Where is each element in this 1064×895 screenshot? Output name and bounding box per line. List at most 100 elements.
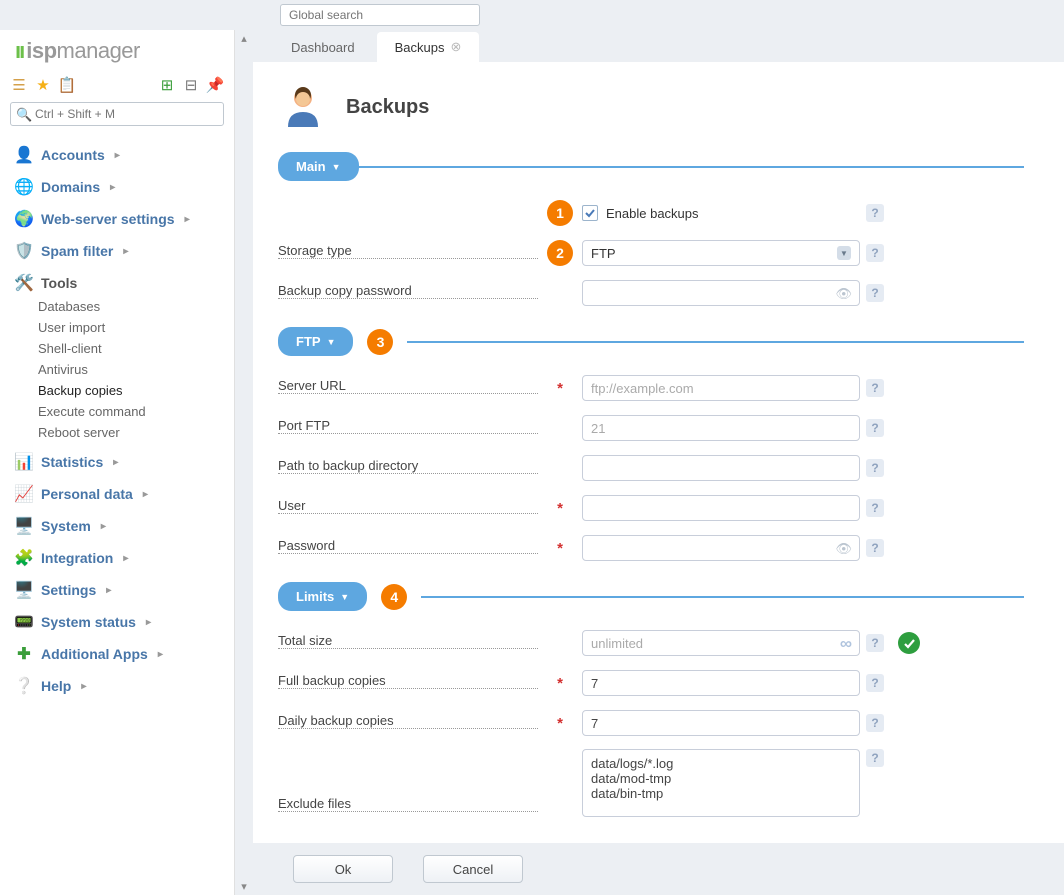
- storage-type-select[interactable]: FTP ▼: [582, 240, 860, 266]
- eye-icon[interactable]: 👁: [835, 541, 852, 557]
- help-icon[interactable]: ?: [866, 714, 884, 732]
- globe-icon: 🌐: [15, 178, 33, 196]
- full-backup-input[interactable]: [582, 670, 860, 696]
- help-icon[interactable]: ?: [866, 204, 884, 222]
- pin-icon[interactable]: 📌: [206, 76, 224, 94]
- user-input[interactable]: [582, 495, 860, 521]
- tab-close-icon[interactable]: ⊗: [450, 39, 461, 55]
- help-icon[interactable]: ?: [866, 284, 884, 302]
- section-ftp-toggle[interactable]: FTP ▼: [278, 327, 353, 356]
- tab-backups-label: Backups: [395, 40, 445, 55]
- nav-integration[interactable]: 🧩 Integration ▸: [0, 539, 234, 571]
- sub-antivirus[interactable]: Antivirus: [38, 359, 234, 380]
- list-icon[interactable]: ☰: [10, 76, 28, 94]
- section-main-label: Main: [296, 159, 326, 174]
- nav-webserver[interactable]: 🌍 Web-server settings ▸: [0, 200, 234, 232]
- password-input[interactable]: [582, 535, 860, 561]
- chevron-right-icon: ▸: [113, 457, 118, 468]
- row-path-backup: Path to backup directory ?: [278, 454, 1024, 482]
- badge-3: 3: [367, 329, 393, 355]
- search-icon: 🔍: [16, 107, 32, 123]
- password-label: Password: [278, 538, 538, 554]
- logo-prefix: isp: [26, 38, 56, 63]
- tab-dashboard[interactable]: Dashboard: [273, 33, 373, 62]
- sub-user-import[interactable]: User import: [38, 317, 234, 338]
- nav-tools[interactable]: 🛠️ Tools: [0, 264, 234, 296]
- gear-globe-icon: 🌍: [15, 210, 33, 228]
- nav-system-status[interactable]: 📟 System status ▸: [0, 603, 234, 635]
- shield-icon: 🛡️: [15, 242, 33, 260]
- sidebar-scrollbar[interactable]: ▴ ▾: [235, 30, 253, 895]
- global-search-input[interactable]: [280, 4, 480, 26]
- ok-button[interactable]: Ok: [293, 855, 393, 883]
- app-container: ııispmanager ☰ ★ 📋 ⊞ ⊟ 📌 🔍 👤 Accounts: [0, 30, 1064, 895]
- exclude-files-textarea[interactable]: [582, 749, 860, 817]
- sub-databases[interactable]: Databases: [38, 296, 234, 317]
- help-icon[interactable]: ?: [866, 459, 884, 477]
- help-icon[interactable]: ?: [866, 379, 884, 397]
- total-size-input[interactable]: [582, 630, 860, 656]
- sub-reboot-server[interactable]: Reboot server: [38, 422, 234, 443]
- infinity-icon[interactable]: ∞: [840, 634, 852, 654]
- backup-password-input[interactable]: [582, 280, 860, 306]
- content: Backups Main ▼ 1 Enable ba: [253, 62, 1064, 843]
- help-icon[interactable]: ?: [866, 749, 884, 767]
- help-icon[interactable]: ?: [866, 539, 884, 557]
- nav-statistics[interactable]: 📊 Statistics ▸: [0, 443, 234, 475]
- sidebar-search-input[interactable]: [10, 102, 224, 126]
- scroll-up-icon[interactable]: ▴: [235, 30, 253, 47]
- star-icon[interactable]: ★: [34, 76, 52, 94]
- puzzle-icon: 🧩: [15, 549, 33, 567]
- chevron-right-icon: ▸: [115, 150, 120, 161]
- sub-execute-command[interactable]: Execute command: [38, 401, 234, 422]
- nav-domains[interactable]: 🌐 Domains ▸: [0, 168, 234, 200]
- cancel-button[interactable]: Cancel: [423, 855, 523, 883]
- clipboard-icon[interactable]: 📋: [58, 76, 76, 94]
- path-backup-input[interactable]: [582, 455, 860, 481]
- page-header: Backups: [278, 82, 1024, 132]
- nav-help[interactable]: ❔ Help ▸: [0, 667, 234, 699]
- logo-bars-icon: ıı: [15, 38, 23, 63]
- collapse-icon[interactable]: ⊟: [182, 76, 200, 94]
- tab-backups[interactable]: Backups ⊗: [377, 32, 480, 62]
- help-icon[interactable]: ?: [866, 674, 884, 692]
- section-limits-toggle[interactable]: Limits ▼: [278, 582, 367, 611]
- help-icon[interactable]: ?: [866, 244, 884, 262]
- server-url-input[interactable]: [582, 375, 860, 401]
- sub-backup-copies[interactable]: Backup copies: [38, 380, 234, 401]
- nav-spam-label: Spam filter: [41, 243, 113, 259]
- nav-spam[interactable]: 🛡️ Spam filter ▸: [0, 232, 234, 264]
- enable-backups-checkbox[interactable]: [582, 205, 598, 221]
- nav-help-label: Help: [41, 678, 71, 694]
- nav-accounts[interactable]: 👤 Accounts ▸: [0, 136, 234, 168]
- help-icon[interactable]: ?: [866, 419, 884, 437]
- path-backup-label: Path to backup directory: [278, 458, 538, 474]
- required-marker: *: [557, 540, 563, 557]
- sidebar-search: 🔍: [10, 102, 224, 126]
- sub-shell-client[interactable]: Shell-client: [38, 338, 234, 359]
- nav-additional-apps[interactable]: ✚ Additional Apps ▸: [0, 635, 234, 667]
- help-icon[interactable]: ?: [866, 499, 884, 517]
- section-main-toggle[interactable]: Main ▼: [278, 152, 359, 181]
- nav-personal-data[interactable]: 📈 Personal data ▸: [0, 475, 234, 507]
- scroll-down-icon[interactable]: ▾: [235, 878, 253, 895]
- row-exclude-files: Exclude files ?: [278, 749, 1024, 820]
- daily-backup-input[interactable]: [582, 710, 860, 736]
- nav-accounts-label: Accounts: [41, 147, 105, 163]
- nav-integration-label: Integration: [41, 550, 113, 566]
- pie-icon: 📊: [15, 453, 33, 471]
- eye-icon[interactable]: 👁: [835, 286, 852, 302]
- chevron-right-icon: ▸: [123, 246, 128, 257]
- badge-1: 1: [547, 200, 573, 226]
- status-icon: 📟: [15, 613, 33, 631]
- row-port-ftp: Port FTP ?: [278, 414, 1024, 442]
- nav-system[interactable]: 🖥️ System ▸: [0, 507, 234, 539]
- nav-settings[interactable]: 🖥️ Settings ▸: [0, 571, 234, 603]
- expand-icon[interactable]: ⊞: [158, 76, 176, 94]
- required-marker: *: [557, 675, 563, 692]
- top-bar: [0, 0, 1064, 30]
- help-icon[interactable]: ?: [866, 634, 884, 652]
- required-marker: *: [557, 500, 563, 517]
- main-area: Dashboard Backups ⊗ Backups Main ▼: [253, 30, 1064, 895]
- port-ftp-input[interactable]: [582, 415, 860, 441]
